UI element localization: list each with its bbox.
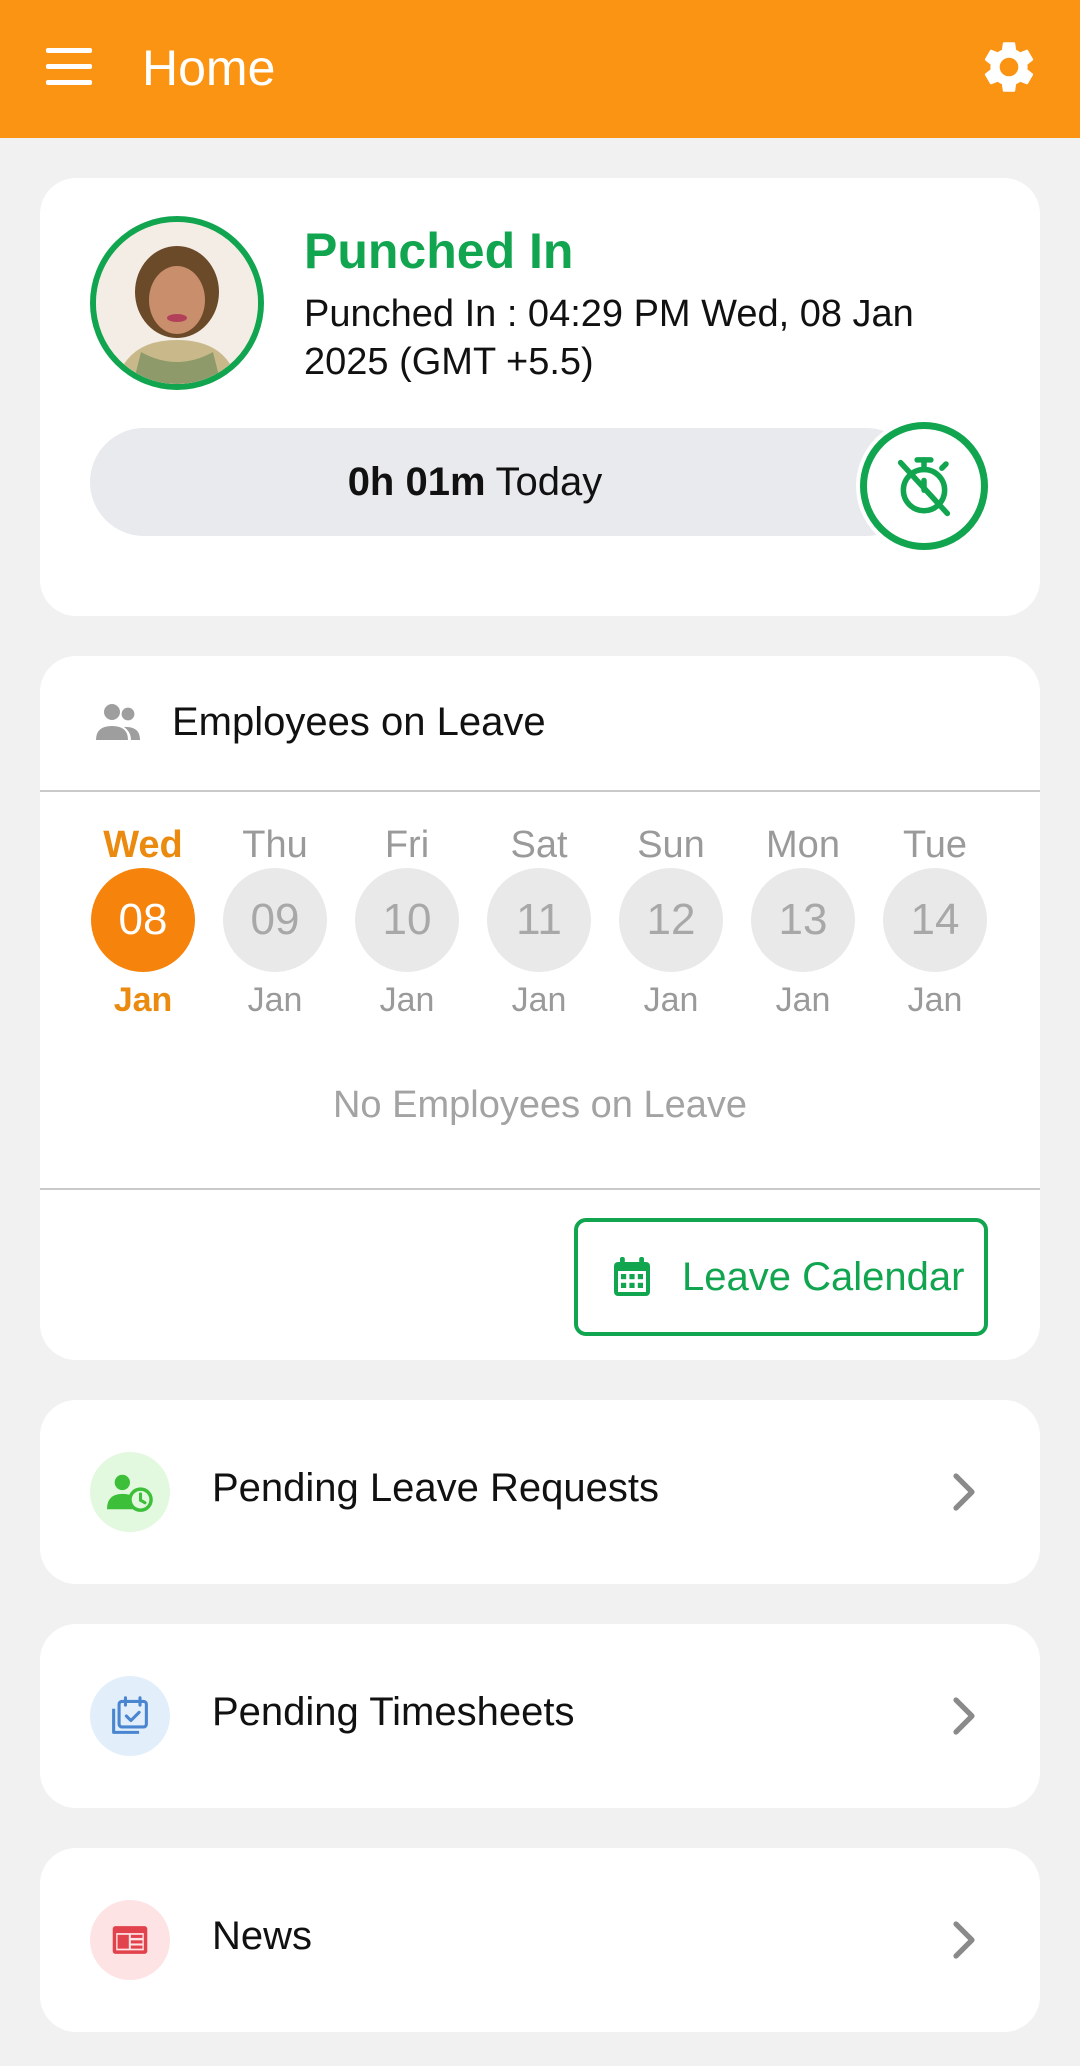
day-number: 14 — [883, 868, 987, 972]
employees-on-leave-card: Employees on Leave Wed 08 Jan Thu 09 Jan… — [40, 656, 1040, 1360]
leave-card-header: Employees on Leave — [40, 656, 1040, 792]
day-name: Tue — [902, 824, 968, 866]
day-month: Jan — [643, 981, 699, 1019]
day-month: Jan — [113, 981, 173, 1019]
punch-detail: Punched In : 04:29 PM Wed, 08 Jan 2025 (… — [304, 293, 914, 383]
hamburger-menu-icon[interactable] — [40, 44, 100, 94]
news-row[interactable]: News — [40, 1848, 1040, 2032]
chevron-right-icon — [953, 1921, 975, 1959]
date-chip[interactable]: Tue 14 Jan — [882, 822, 988, 1022]
leave-card-title: Employees on Leave — [172, 700, 546, 744]
chevron-right-icon — [953, 1473, 975, 1511]
punch-card: Punched In Punched In : 04:29 PM Wed, 08… — [40, 178, 1040, 616]
date-chip[interactable]: Thu 09 Jan — [222, 822, 328, 1022]
day-month: Jan — [775, 981, 831, 1019]
day-name: Wed — [103, 824, 183, 866]
empty-state-text: No Employees on Leave — [332, 1084, 748, 1126]
chevron-right-icon — [953, 1697, 975, 1735]
day-month: Jan — [511, 981, 567, 1019]
leave-calendar-button[interactable]: Leave Calendar — [574, 1218, 988, 1336]
day-number: 11 — [487, 868, 591, 972]
punch-out-button[interactable] — [856, 418, 992, 554]
date-chip[interactable]: Sun 12 Jan — [618, 822, 724, 1022]
row-label: Pending Leave Requests — [212, 1466, 659, 1510]
row-label: Pending Timesheets — [212, 1690, 575, 1734]
divider — [40, 1188, 1040, 1190]
work-duration: 0h 01m — [347, 459, 486, 504]
day-name: Mon — [766, 824, 840, 866]
day-number: 09 — [223, 868, 327, 972]
date-chip[interactable]: Mon 13 Jan — [750, 822, 856, 1022]
date-chip-selected[interactable]: Wed 08 Jan — [90, 822, 196, 1022]
day-month: Jan — [247, 981, 303, 1019]
page-title: Home — [142, 40, 276, 96]
gear-icon[interactable] — [978, 36, 1040, 98]
work-duration-suffix: Today — [495, 459, 603, 504]
day-month: Jan — [379, 981, 435, 1019]
day-number: 13 — [751, 868, 855, 972]
user-clock-icon — [90, 1452, 170, 1532]
people-icon — [96, 704, 140, 740]
pending-leave-requests-row[interactable]: Pending Leave Requests — [40, 1400, 1040, 1584]
pending-timesheets-row[interactable]: Pending Timesheets — [40, 1624, 1040, 1808]
day-number: 10 — [355, 868, 459, 972]
row-label: News — [212, 1914, 313, 1958]
leave-calendar-label: Leave Calendar — [682, 1254, 965, 1299]
newspaper-icon — [90, 1900, 170, 1980]
date-chip[interactable]: Fri 10 Jan — [354, 822, 460, 1022]
day-name: Fri — [384, 824, 430, 866]
punch-status: Punched In — [304, 223, 574, 279]
day-number: 08 — [91, 868, 195, 972]
timer-off-icon — [897, 457, 951, 517]
day-name: Thu — [242, 824, 308, 866]
app-bar: Home — [0, 0, 1080, 138]
day-month: Jan — [907, 981, 963, 1019]
date-strip: Wed 08 Jan Thu 09 Jan Fri 10 Jan Sat 11 … — [90, 822, 1002, 1022]
calendar-icon — [614, 1257, 650, 1296]
date-chip[interactable]: Sat 11 Jan — [486, 822, 592, 1022]
avatar — [90, 216, 264, 390]
day-name: Sat — [510, 824, 568, 866]
day-name: Sun — [637, 824, 705, 866]
calendar-check-icon — [90, 1676, 170, 1756]
work-duration-bar: 0h 01m Today — [90, 428, 920, 536]
day-number: 12 — [619, 868, 723, 972]
